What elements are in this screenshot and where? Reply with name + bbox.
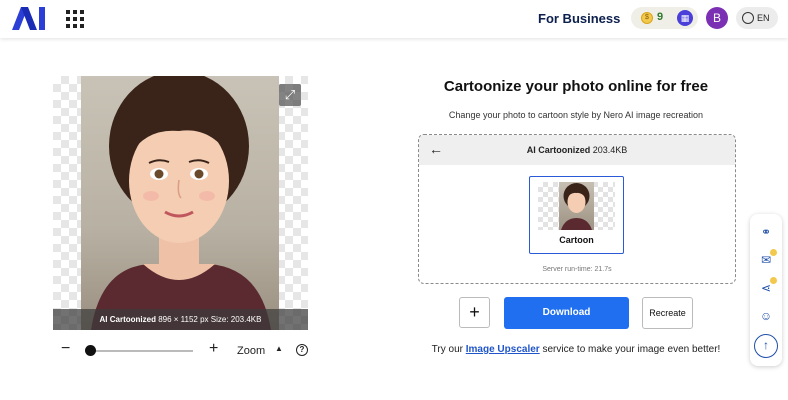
zoom-slider-handle[interactable] [85, 345, 96, 356]
nero-ai-logo[interactable] [12, 7, 46, 30]
promo-suffix: service to make your image even better! [542, 344, 721, 355]
mail-icon[interactable]: ✉ [756, 249, 777, 270]
scroll-to-top-button[interactable]: ↑ [754, 334, 778, 358]
zoom-out-button[interactable]: − [61, 340, 70, 358]
image-viewer[interactable]: ⤢ AI Cartoonized 896 × 1152 px Size: 203… [53, 76, 308, 330]
caret-up-icon[interactable]: ▲ [275, 344, 283, 353]
zoom-label: Zoom [237, 345, 266, 357]
image-upscaler-link[interactable]: Image Upscaler [466, 344, 540, 355]
zoom-in-button[interactable]: + [209, 340, 218, 358]
share-link-icon[interactable]: ⚭ [756, 222, 776, 242]
result-card-header: ← AI Cartoonized 203.4KB [419, 135, 735, 165]
result-card: ← AI Cartoonized 203.4KB Cartoon Server … [418, 134, 736, 284]
page-title: Cartoonize your photo online for free [443, 78, 709, 95]
fullscreen-icon[interactable]: ⤢ [279, 84, 301, 106]
coin-icon: $ [641, 12, 653, 24]
page-subtitle: Change your photo to cartoon style by Ne… [448, 110, 704, 120]
notification-dot [770, 277, 777, 284]
zoom-slider-track[interactable] [87, 350, 193, 352]
help-icon[interactable]: ? [296, 344, 308, 356]
result-card-title: AI Cartoonized 203.4KB [419, 145, 735, 155]
recreate-button[interactable]: Recreate [642, 297, 693, 329]
credit-count: 9 [657, 11, 664, 23]
portrait-illustration [91, 76, 271, 330]
cartoon-thumbnail [538, 182, 615, 230]
add-image-button[interactable]: + [459, 297, 490, 328]
result-type: AI Cartoonized [526, 145, 591, 155]
for-business-link[interactable]: For Business [538, 11, 620, 26]
cartoonized-photo [81, 76, 279, 330]
user-avatar[interactable]: B [706, 7, 728, 29]
globe-icon [742, 12, 754, 24]
discord-icon[interactable]: ☺ [756, 306, 776, 326]
style-option-cartoon[interactable]: Cartoon [529, 176, 624, 254]
caption-details: 896 × 1152 px Size: 203.4KB [158, 315, 262, 324]
result-size: 203.4KB [592, 145, 628, 155]
image-info-caption: AI Cartoonized 896 × 1152 px Size: 203.4… [53, 309, 308, 330]
style-option-label: Cartoon [559, 235, 594, 245]
download-button[interactable]: Download [504, 297, 629, 329]
floating-sidebar: ⚭ ✉ ⋖ ☺ ↑ [750, 214, 782, 366]
zoom-controls: − + Zoom ▲ ? [53, 340, 315, 360]
calendar-icon[interactable]: ▦ [677, 10, 693, 26]
share-icon[interactable]: ⋖ [756, 277, 777, 298]
language-switcher[interactable]: EN [736, 7, 778, 29]
language-code: EN [757, 13, 770, 23]
server-runtime: Server run-time: 21.7s [542, 266, 612, 273]
notification-dot [770, 249, 777, 256]
thumbnail-portrait [561, 183, 592, 230]
caption-label: AI Cartoonized [99, 315, 156, 324]
credits-pill[interactable]: $ 9 ▦ [631, 7, 698, 29]
apps-grid-icon[interactable] [66, 10, 84, 28]
promo-prefix: Try our [431, 344, 463, 355]
upscaler-promo: Try our Image Upscaler service to make y… [416, 344, 736, 355]
top-header: For Business $ 9 ▦ B EN [0, 0, 788, 38]
